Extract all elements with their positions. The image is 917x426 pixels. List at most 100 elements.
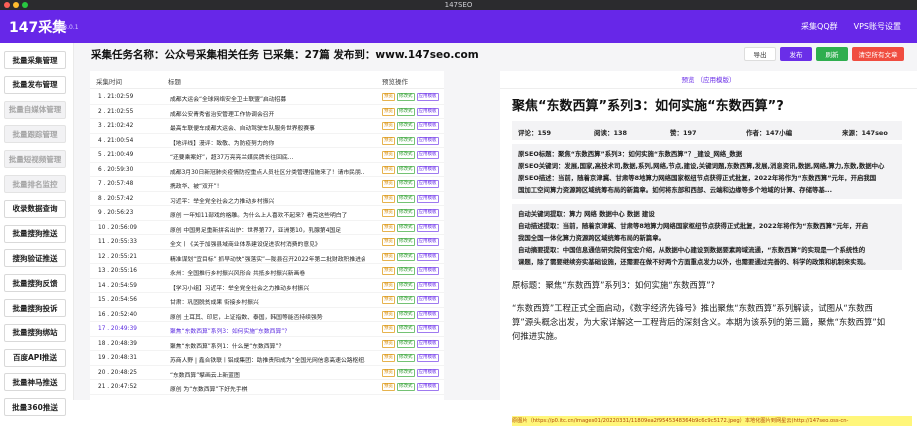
top-nav-qq-group[interactable]: 采集QQ群 xyxy=(801,21,838,32)
sidebar-item-10[interactable]: 批量搜狗反馈 xyxy=(4,274,66,293)
apply-template-tag[interactable]: 应用模板 xyxy=(416,107,439,116)
row-title[interactable]: 成都大运会“全球网络安全卫士联盟”启动招募 xyxy=(170,94,365,103)
sidebar-item-8[interactable]: 批量搜狗推送 xyxy=(4,224,66,243)
row-title[interactable]: 全文丨《关于加强县域商业体系建设促进农村消费的意见》 xyxy=(170,239,365,248)
table-row[interactable]: 2 . 21:02:55 成都公安青秀省治安管理工作协调会召开 预览 修改式 应用模板 xyxy=(90,105,444,119)
format-tag[interactable]: 修改式 xyxy=(397,107,415,116)
sidebar-item-3[interactable]: 批量自媒体管理 xyxy=(4,100,66,119)
format-tag[interactable]: 修改式 xyxy=(397,325,415,333)
apply-template-tag[interactable]: 应用模板 xyxy=(416,165,439,174)
format-tag[interactable]: 修改式 xyxy=(397,281,415,290)
preview-tag[interactable]: 预览 xyxy=(382,194,395,203)
export-button[interactable]: 导出 xyxy=(744,47,776,61)
apply-template-tag[interactable]: 应用模板 xyxy=(416,93,439,101)
table-row[interactable]: 4 . 21:00:54 【地评线】漫评：致敬、为防疫努力的你 预览 修改式 应用模板 xyxy=(90,134,444,148)
publish-button[interactable]: 发布 xyxy=(780,47,812,61)
format-tag[interactable]: 修改式 xyxy=(397,93,415,101)
table-row[interactable]: 6 . 20:59:30 成都3月30日新冠肺炎疫情防控重点人员社区分类管理措施来… xyxy=(90,163,444,177)
apply-template-tag[interactable]: 应用模板 xyxy=(416,354,439,362)
format-tag[interactable]: 修改式 xyxy=(397,339,415,348)
apply-template-tag[interactable]: 应用模板 xyxy=(416,296,439,304)
format-tag[interactable]: 修改式 xyxy=(397,180,415,188)
clear-all-articles-button[interactable]: 清空所有文章 xyxy=(852,47,904,61)
apply-template-tag[interactable]: 应用模板 xyxy=(416,252,439,261)
preview-tag[interactable]: 预览 xyxy=(382,296,395,304)
format-tag[interactable]: 修改式 xyxy=(397,296,415,304)
format-tag[interactable]: 修改式 xyxy=(397,223,415,232)
row-title[interactable]: 成都公安青秀省治安管理工作协调会召开 xyxy=(170,109,365,118)
table-row[interactable]: 3 . 21:02:42 最高车联便车成都大运会、自动驾驶车队服务世界般赛事 预览修… xyxy=(90,119,444,134)
apply-template-tag[interactable]: 应用模板 xyxy=(416,136,439,145)
apply-template-tag[interactable]: 应用模板 xyxy=(416,180,439,188)
table-row[interactable]: 15 . 20:54:56 甘肃：巩固脱贫成果 衔接乡村振兴 预览 修改式 应用模板 xyxy=(90,293,444,308)
refresh-button[interactable]: 刷新 xyxy=(816,47,848,61)
row-title[interactable]: 聚焦“东数西算”系列1：什么是“东数西算”？ xyxy=(170,341,365,350)
table-row[interactable]: 5 . 21:00:49 “还要乘案好”，超37万亮亮兰媒民牌长往回底... 预览修… xyxy=(90,148,444,163)
table-row[interactable]: 10 . 20:56:09 原创 中国男足重新拼名出炉：世界第77，亚洲第10，乳… xyxy=(90,221,444,235)
sidebar-item-7[interactable]: 收录数据查询 xyxy=(4,199,66,218)
row-title[interactable]: 原创 一年知11部戏的格雕。为什么上人喜欢不起来？看完这些明白了 xyxy=(170,210,365,219)
apply-template-tag[interactable]: 应用模板 xyxy=(416,368,439,377)
row-title[interactable]: 成都3月30日新冠肺炎疫情防控重点人员社区分类管理措施来了！请市民朋... xyxy=(170,167,365,176)
row-title[interactable]: 携政华、被“双开”！ xyxy=(170,181,365,190)
row-title[interactable]: 原创 为“东数西算”下好先手棋 xyxy=(170,384,365,393)
apply-template-tag[interactable]: 应用模板 xyxy=(416,339,439,348)
format-tag[interactable]: 修改式 xyxy=(397,194,415,203)
sidebar-item-12[interactable]: 批量搜狗绑站 xyxy=(4,323,66,342)
row-title[interactable]: 聚焦“东数西算”系列3：如何实施“东数西算”？ xyxy=(170,326,365,335)
preview-tag[interactable]: 预览 xyxy=(382,368,395,377)
table-row[interactable]: 18 . 20:48:39 聚焦“东数西算”系列1：什么是“东数西算”？ 预览 修改式… xyxy=(90,337,444,351)
format-tag[interactable]: 修改式 xyxy=(397,252,415,261)
format-tag[interactable]: 修改式 xyxy=(397,368,415,377)
apply-template-tag[interactable]: 应用模板 xyxy=(416,310,439,319)
table-row[interactable]: 7 . 20:57:48 携政华、被“双开”！ 预览 修改式 应用模板 xyxy=(90,177,444,192)
format-tag[interactable]: 修改式 xyxy=(397,354,415,362)
format-tag[interactable]: 修改式 xyxy=(397,151,415,159)
table-row[interactable]: 9 . 20:56:23 原创 一年知11部戏的格雕。为什么上人喜欢不起来？看完这… xyxy=(90,206,444,221)
table-row[interactable]: 8 . 20:57:42 习近平：举全党全社会之力推动乡村振兴 预览 修改式 应用模板 xyxy=(90,192,444,206)
row-title[interactable]: 【地评线】漫评：致敬、为防疫努力的你 xyxy=(170,138,365,147)
preview-tag[interactable]: 预览 xyxy=(382,209,395,217)
preview-tag[interactable]: 预览 xyxy=(382,107,395,116)
preview-tag[interactable]: 预览 xyxy=(382,310,395,319)
sidebar-item-1[interactable]: 批量采集管理 xyxy=(4,51,66,69)
row-title[interactable]: “还要乘案好”，超37万亮亮兰媒民牌长往回底... xyxy=(170,152,365,161)
format-tag[interactable]: 修改式 xyxy=(397,310,415,319)
table-row[interactable]: 20 . 20:48:25 “东数西算”擘画云上新蓝图 预览 修改式 应用模板 xyxy=(90,366,444,380)
preview-tag[interactable]: 预览 xyxy=(382,252,395,261)
row-title[interactable]: 精准谋划“宜目标” 抓早动快“强落实”—陇县召开2022年第二批财政积推进会..… xyxy=(170,254,365,263)
preview-tag[interactable]: 预览 xyxy=(382,165,395,174)
preview-tag[interactable]: 预览 xyxy=(382,267,395,275)
preview-tag[interactable]: 预览 xyxy=(382,136,395,145)
row-title[interactable]: 最高车联便车成都大运会、自动驾驶车队服务世界般赛事 xyxy=(170,123,365,132)
format-tag[interactable]: 修改式 xyxy=(397,383,415,391)
format-tag[interactable]: 修改式 xyxy=(397,209,415,217)
preview-tag[interactable]: 预览 xyxy=(382,122,395,130)
table-row[interactable]: 12 . 20:55:21 精准谋划“宜目标” 抓早动快“强落实”—陇县召开202… xyxy=(90,250,444,264)
format-tag[interactable]: 修改式 xyxy=(397,136,415,145)
apply-template-tag[interactable]: 应用模板 xyxy=(416,267,439,275)
table-row[interactable]: 21 . 20:47:52 原创 为“东数西算”下好先手棋 预览 修改式 应用模板 xyxy=(90,380,444,395)
sidebar-item-5[interactable]: 批量短视频管理 xyxy=(4,150,66,169)
format-tag[interactable]: 修改式 xyxy=(397,238,415,246)
preview-tag[interactable]: 预览 xyxy=(382,238,395,246)
sidebar-item-4[interactable]: 批量跟踪管理 xyxy=(4,125,66,144)
sidebar-item-15[interactable]: 批量360推送 xyxy=(4,398,66,417)
table-row[interactable]: 16 . 20:52:40 原创 土耳其、印尼，上证指数、泰国，韩国等能否持续强势… xyxy=(90,308,444,322)
sidebar-item-2[interactable]: 批量发布管理 xyxy=(4,75,66,94)
apply-template-tag[interactable]: 应用模板 xyxy=(416,238,439,246)
apply-template-tag[interactable]: 应用模板 xyxy=(416,151,439,159)
sidebar-item-6[interactable]: 批量排名监控 xyxy=(4,175,66,193)
row-title[interactable]: 习近平：举全党全社会之力推动乡村振兴 xyxy=(170,196,365,205)
format-tag[interactable]: 修改式 xyxy=(397,267,415,275)
apply-template-tag[interactable]: 应用模板 xyxy=(416,122,439,130)
apply-template-tag[interactable]: 应用模板 xyxy=(416,325,439,333)
format-tag[interactable]: 修改式 xyxy=(397,122,415,130)
image-link[interactable]: 原图片（https://p0.itc.cn/images01/20220331/… xyxy=(512,416,912,426)
preview-tag[interactable]: 预览 xyxy=(382,354,395,362)
row-title[interactable]: 甘肃：巩固脱贫成果 衔接乡村振兴 xyxy=(170,297,365,306)
table-row[interactable]: 17 . 20:49:39 聚焦“东数西算”系列3：如何实施“东数西算”？ 预览 修改… xyxy=(90,322,444,337)
top-nav-vps-settings[interactable]: VPS账号设置 xyxy=(854,21,901,32)
row-title[interactable]: 原创 土耳其、印尼，上证指数、泰国，韩国等能否持续强势 xyxy=(170,312,365,321)
preview-tag[interactable]: 预览 xyxy=(382,339,395,348)
